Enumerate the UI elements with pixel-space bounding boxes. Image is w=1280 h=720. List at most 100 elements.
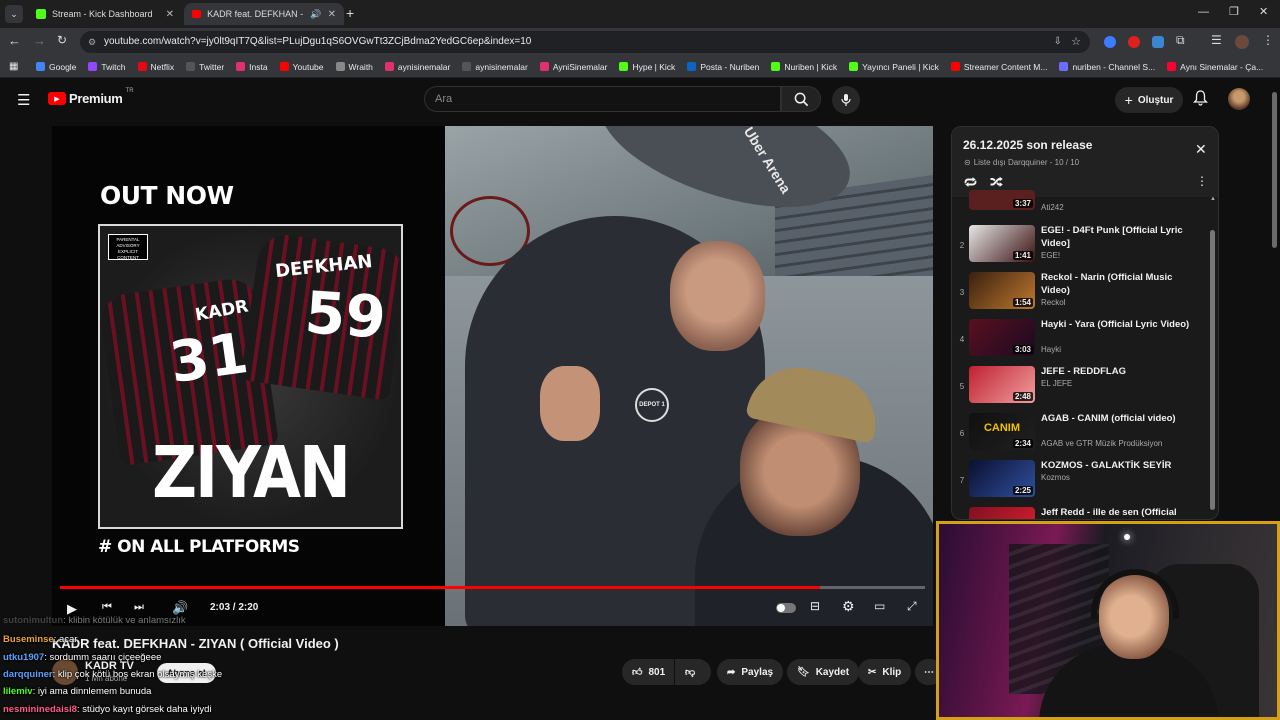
duration-badge: 2:48 <box>1012 392 1033 401</box>
chat-username[interactable]: darqquiner <box>3 669 53 680</box>
notifications-bell-icon[interactable] <box>1192 90 1209 111</box>
bookmark-item[interactable]: Wraith <box>335 62 373 72</box>
media-icon[interactable]: ☰ <box>1211 33 1222 47</box>
playlist-item[interactable]: 3:37 Ati242 <box>952 175 1210 221</box>
playlist-item[interactable]: 5 2:48 JEFE - REDDFLAG EL JEFE <box>952 364 1210 410</box>
playlist-item[interactable]: 7 2:25 KOZMOS - GALAKTİK SEYİR Kozmos <box>952 458 1210 504</box>
video-player[interactable]: OUT NOW PARENTAL ADVISORY EXPLICIT CONTE… <box>52 126 933 626</box>
voice-search-button[interactable] <box>832 86 860 114</box>
bookmark-item[interactable]: Hype | Kick <box>619 62 675 72</box>
close-window-button[interactable]: ✕ <box>1259 5 1268 18</box>
bookmark-item[interactable]: Nuriben | Kick <box>771 62 837 72</box>
bookmarks-bar: ▦ Google Twitch Netflix Twitter Insta Yo… <box>0 56 1280 78</box>
close-tab-icon[interactable]: ✕ <box>328 9 336 20</box>
tab-search-button[interactable]: ⌄ <box>5 5 23 23</box>
account-avatar[interactable] <box>1228 88 1250 110</box>
youtube-icon <box>950 62 960 71</box>
dislike-button[interactable]: 👎︎ <box>675 659 711 685</box>
extension-icon[interactable] <box>1104 36 1116 48</box>
fullscreen-icon[interactable]: ⤢ <box>907 599 917 614</box>
bookmark-item[interactable]: Twitter <box>186 62 224 72</box>
chat-username[interactable]: lilemiv <box>3 686 33 697</box>
hamburger-menu-icon[interactable]: ☰ <box>17 91 30 109</box>
next-icon[interactable]: ⏭ <box>134 601 144 614</box>
bookmark-item[interactable]: aynisinemalar <box>384 62 450 72</box>
chat-username[interactable]: utku1907 <box>3 652 44 663</box>
chat-username[interactable]: nesmininedaisi8 <box>3 704 77 715</box>
bookmark-item[interactable]: Insta <box>236 62 268 72</box>
bookmark-item[interactable]: Netflix <box>137 62 174 72</box>
bookmark-item[interactable]: Google <box>36 62 76 72</box>
tab-youtube-video[interactable]: KADR feat. DEFKHAN - ZIYA 🔊 ✕ <box>184 3 344 25</box>
twitter-icon <box>186 62 196 71</box>
bookmark-item[interactable]: Twitch <box>88 62 126 72</box>
playlist-item[interactable]: 6 CANIM 2:34 AGAB - CANIM (official video) A… <box>952 411 1210 457</box>
reload-icon[interactable]: ↻ <box>57 33 67 47</box>
tab-kick-dashboard[interactable]: Stream - Kick Dashboard ✕ <box>28 3 182 25</box>
playlist-scrollbar[interactable]: ▲ <box>1210 196 1216 516</box>
puzzle-icon[interactable]: ⧉ <box>1176 33 1185 48</box>
forward-icon[interactable]: → <box>33 33 46 48</box>
extension-icon[interactable] <box>1128 36 1140 48</box>
clip-button[interactable]: ✂ Klip <box>858 659 912 685</box>
item-title: JEFE - REDDFLAG <box>1041 366 1126 377</box>
plus-icon: + <box>1124 92 1133 108</box>
chat-text: : acar <box>53 634 78 645</box>
parental-advisory-label: PARENTAL ADVISORY EXPLICIT CONTENT <box>108 234 148 260</box>
bookmark-item[interactable]: Posta - Nuriben <box>687 62 759 72</box>
poster-platforms: # ON ALL PLATFORMS <box>98 537 300 557</box>
kick-icon <box>849 62 859 71</box>
playlist-title[interactable]: 26.12.2025 son release <box>963 138 1092 152</box>
close-playlist-icon[interactable]: ✕ <box>1195 141 1207 158</box>
miniplayer-icon[interactable]: ▭ <box>874 599 885 613</box>
bookmark-item[interactable]: nuriben - Channel S... <box>1059 62 1155 72</box>
progress-bar[interactable] <box>60 586 925 589</box>
page-scrollbar[interactable] <box>1272 92 1277 248</box>
profile-avatar[interactable] <box>1235 35 1249 49</box>
install-icon[interactable]: ⇩ <box>1054 31 1062 53</box>
playlist-item[interactable]: 4 3:03 Hayki - Yara (Official Lyric Video)… <box>952 317 1210 363</box>
volume-icon[interactable]: 🔊 <box>172 600 188 616</box>
chat-message: utku1907: sordumm saarıı çiçeeğeee <box>3 652 161 663</box>
bookmark-item[interactable]: Streamer Content M... <box>950 62 1047 72</box>
bookmark-star-icon[interactable]: ☆ <box>1071 31 1081 53</box>
chat-username[interactable]: Buseminse <box>3 634 54 645</box>
playlist-subtitle: ⊝ Liste dışı Darqquiner - 10 / 10 <box>964 158 1080 167</box>
site-info-icon[interactable]: ⚙ <box>88 31 96 53</box>
url-field[interactable]: ⚙ youtube.com/watch?v=jy0lt9qIT7Q&list=P… <box>80 31 1090 53</box>
maximize-button[interactable]: ❐ <box>1229 5 1239 18</box>
bookmark-item[interactable]: aynisinemalar <box>462 62 528 72</box>
close-tab-icon[interactable]: ✕ <box>166 9 174 20</box>
share-button[interactable]: ➦ Paylaş <box>717 659 784 685</box>
like-button[interactable]: 👍︎ 801 <box>622 659 674 685</box>
audio-icon[interactable]: 🔊 <box>310 9 321 20</box>
apps-grid-icon[interactable]: ▦ <box>9 61 18 72</box>
bookmark-item[interactable]: Aynı Sinemalar - Ça... <box>1167 62 1263 72</box>
browser-menu-icon[interactable]: ⋮ <box>1262 33 1274 47</box>
youtube-logo[interactable]: ▶ Premium TR <box>48 88 134 106</box>
create-button[interactable]: + Oluştur <box>1115 87 1183 113</box>
extension-icon[interactable] <box>1152 36 1164 48</box>
minimize-button[interactable]: — <box>1198 6 1209 18</box>
bookmark-item[interactable]: AyniSinemalar <box>539 62 607 72</box>
back-icon[interactable]: ← <box>8 33 21 48</box>
video-thumbnail: CANIM 2:34 <box>969 413 1035 450</box>
chat-username[interactable]: sutonimultun <box>3 615 63 626</box>
new-tab-button[interactable]: + <box>346 5 354 21</box>
previous-icon[interactable]: ⏮ <box>102 601 112 614</box>
playlist-item[interactable]: 2 1:41 EGE! - D4Ft Punk [Official Lyric Vi… <box>952 223 1210 269</box>
playlist-item[interactable]: 3 1:54 Reckol - Narin (Official Music Vide… <box>952 270 1210 316</box>
bookmark-item[interactable]: Youtube <box>279 62 324 72</box>
save-button[interactable]: 🔖︎ Kaydet <box>787 659 860 685</box>
search-input[interactable]: Ara <box>424 86 781 112</box>
autoplay-toggle[interactable] <box>776 603 796 613</box>
item-channel: AGAB ve GTR Müzik Prodüksiyon <box>1041 439 1163 448</box>
search-button[interactable] <box>781 86 821 112</box>
duration-badge: 1:54 <box>1012 298 1033 307</box>
streamer-webcam <box>936 521 1280 720</box>
settings-gear-icon[interactable]: ⚙ <box>842 598 855 615</box>
twitch-icon <box>88 62 98 71</box>
subtitles-icon[interactable]: ⊟ <box>810 599 820 613</box>
playlist-item[interactable]: 81:46Jeff Redd - ille de sen (Official V… <box>952 505 1210 519</box>
bookmark-item[interactable]: Yayıncı Paneli | Kick <box>849 62 939 72</box>
